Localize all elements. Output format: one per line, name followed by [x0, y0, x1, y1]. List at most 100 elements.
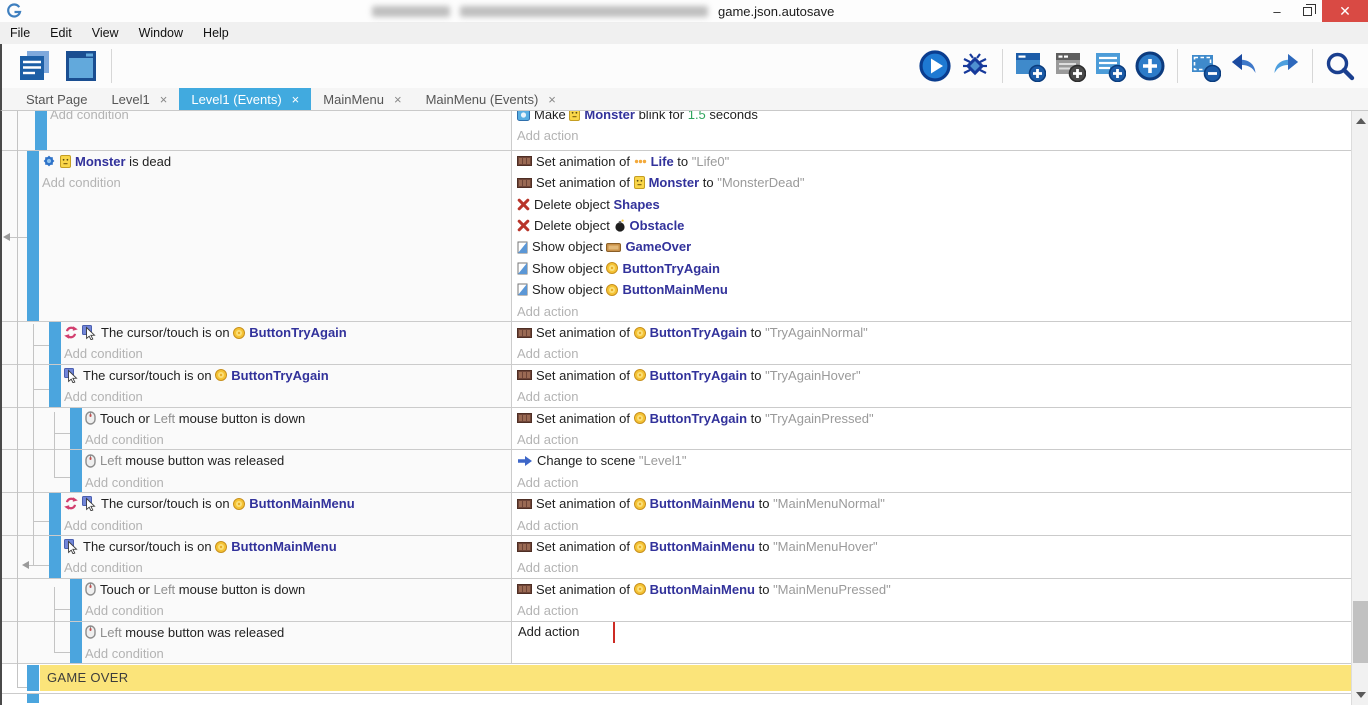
condition-row[interactable]: Touch or Left mouse button is down [85, 408, 511, 429]
gdevelop-window: game.json.autosave – ✕ File Edit View Wi… [0, 0, 1368, 705]
condition-row[interactable]: Monster is dead [42, 151, 511, 172]
action-row[interactable]: Show object ButtonMainMenu [517, 279, 1351, 300]
tab-mainmenu-events[interactable]: MainMenu (Events)× [414, 88, 568, 110]
add-action-button[interactable]: Add action [517, 600, 1351, 620]
instruction-text: Set animation of [536, 365, 634, 386]
add-condition-button[interactable]: Add condition [42, 172, 511, 193]
add-condition-button[interactable]: Add condition [85, 429, 511, 449]
condition-row[interactable]: Left mouse button was released [85, 450, 511, 471]
add-action-button[interactable]: Add action [517, 429, 1351, 449]
monster-icon [634, 176, 645, 189]
redo-icon[interactable] [1269, 50, 1301, 82]
object-name: ButtonMainMenu [249, 493, 354, 514]
add-action-label: Add action [517, 429, 578, 449]
object-name: Monster [75, 151, 126, 172]
close-button[interactable]: ✕ [1322, 0, 1368, 22]
action-row[interactable]: Set animation of ButtonTryAgain to "TryA… [517, 365, 1351, 386]
scrollbar-thumb[interactable] [1353, 601, 1368, 663]
partial-event [2, 693, 1351, 703]
tab-close-icon[interactable]: × [292, 92, 300, 107]
comment-event[interactable]: GAME OVER [2, 665, 1351, 691]
instruction-text: Set animation of [536, 172, 634, 193]
add-condition-button[interactable]: Add condition [85, 472, 511, 492]
action-row[interactable]: Make Monster blink for 1.5 seconds [517, 110, 1351, 125]
vertical-scrollbar[interactable] [1351, 111, 1368, 705]
add-action-button[interactable]: Add action [517, 622, 1351, 643]
instruction-text: seconds [706, 110, 758, 125]
minimize-button[interactable]: – [1262, 0, 1292, 22]
add-action-button[interactable]: Add action [517, 472, 1351, 492]
add-event-icon[interactable] [1014, 50, 1046, 82]
restore-button[interactable] [1292, 0, 1322, 22]
action-row[interactable]: Set animation of ButtonTryAgain to "TryA… [517, 408, 1351, 429]
add-action-button[interactable]: Add action [517, 301, 1351, 321]
add-action-button[interactable]: Add action [517, 515, 1351, 535]
actions-cell: Set animation of ButtonTryAgain to "TryA… [512, 408, 1351, 450]
tab-close-icon[interactable]: × [394, 92, 402, 107]
search-icon[interactable] [1324, 50, 1356, 82]
tab-close-icon[interactable]: × [548, 92, 556, 107]
object-name: ButtonTryAgain [231, 365, 329, 386]
tab-start-page[interactable]: Start Page [14, 88, 99, 110]
add-condition-button[interactable]: Add condition [64, 343, 511, 363]
tab-level1-events[interactable]: Level1 (Events)× [179, 88, 311, 110]
add-new-icon[interactable] [1134, 50, 1166, 82]
action-row[interactable]: Set animation of ButtonMainMenu to "Main… [517, 579, 1351, 600]
add-condition-button[interactable]: Add condition [64, 515, 511, 535]
scroll-up-icon[interactable] [1356, 118, 1366, 124]
toolbar-divider [1002, 49, 1003, 83]
instruction-text: mouse button was released [122, 450, 285, 471]
condition-row[interactable]: Left mouse button was released [85, 622, 511, 643]
preview-play-icon[interactable] [919, 50, 951, 82]
debug-icon[interactable] [959, 50, 991, 82]
add-condition-button[interactable]: Add condition [50, 110, 511, 125]
menu-file[interactable]: File [0, 22, 40, 44]
add-action-button[interactable]: Add action [517, 557, 1351, 577]
add-action-button[interactable]: Add action [517, 386, 1351, 406]
project-manager-icon[interactable] [17, 48, 53, 84]
coin-icon [634, 412, 646, 424]
actions-cell: Set animation of ButtonMainMenu to "Main… [512, 493, 1351, 535]
add-condition-button[interactable]: Add condition [64, 557, 511, 577]
action-row[interactable]: Change to scene "Level1" [517, 450, 1351, 471]
scroll-down-icon[interactable] [1356, 692, 1366, 698]
condition-row[interactable]: The cursor/touch is on ButtonMainMenu [64, 536, 511, 557]
conditions-cell: The cursor/touch is on ButtonTryAgainAdd… [2, 322, 512, 364]
menu-help[interactable]: Help [193, 22, 239, 44]
menu-edit[interactable]: Edit [40, 22, 82, 44]
action-row[interactable]: Delete object Obstacle [517, 215, 1351, 236]
event-block: Left mouse button was releasedAdd condit… [2, 450, 1351, 493]
add-condition-button[interactable]: Add condition [64, 386, 511, 406]
menu-view[interactable]: View [82, 22, 129, 44]
condition-row[interactable]: The cursor/touch is on ButtonTryAgain [64, 365, 511, 386]
delete-event-icon[interactable] [1189, 50, 1221, 82]
add-action-button[interactable]: Add action [517, 125, 1351, 146]
scene-editor-icon[interactable] [63, 48, 99, 84]
menu-window[interactable]: Window [129, 22, 193, 44]
action-row[interactable]: Delete object Shapes [517, 194, 1351, 215]
instruction-text: Show object [532, 279, 606, 300]
tab-close-icon[interactable]: × [160, 92, 168, 107]
condition-row[interactable]: Touch or Left mouse button is down [85, 579, 511, 600]
tab-level1[interactable]: Level1× [99, 88, 179, 110]
action-row[interactable]: Set animation of ButtonTryAgain to "TryA… [517, 322, 1351, 343]
add-condition-button[interactable]: Add condition [85, 600, 511, 620]
action-row[interactable]: Set animation of Life to "Life0" [517, 151, 1351, 172]
action-row[interactable]: Show object ButtonTryAgain [517, 258, 1351, 279]
add-subevent-icon[interactable] [1054, 50, 1086, 82]
add-condition-button[interactable]: Add condition [85, 643, 511, 663]
undo-icon[interactable] [1229, 50, 1261, 82]
add-action-button[interactable]: Add action [517, 343, 1351, 363]
action-row[interactable]: Set animation of ButtonMainMenu to "Main… [517, 536, 1351, 557]
monster-icon [569, 110, 580, 121]
tab-mainmenu[interactable]: MainMenu× [311, 88, 413, 110]
action-row[interactable]: Set animation of Monster to "MonsterDead… [517, 172, 1351, 193]
add-condition-label: Add condition [85, 600, 164, 620]
condition-row[interactable]: The cursor/touch is on ButtonTryAgain [64, 322, 511, 343]
add-comment-icon[interactable] [1094, 50, 1126, 82]
instruction-text: Set animation of [536, 322, 634, 343]
action-row[interactable]: Show object GameOver [517, 236, 1351, 257]
action-row[interactable]: Set animation of ButtonMainMenu to "Main… [517, 493, 1351, 514]
condition-row[interactable]: The cursor/touch is on ButtonMainMenu [64, 493, 511, 514]
parameter-value: "TryAgainPressed" [765, 408, 873, 429]
